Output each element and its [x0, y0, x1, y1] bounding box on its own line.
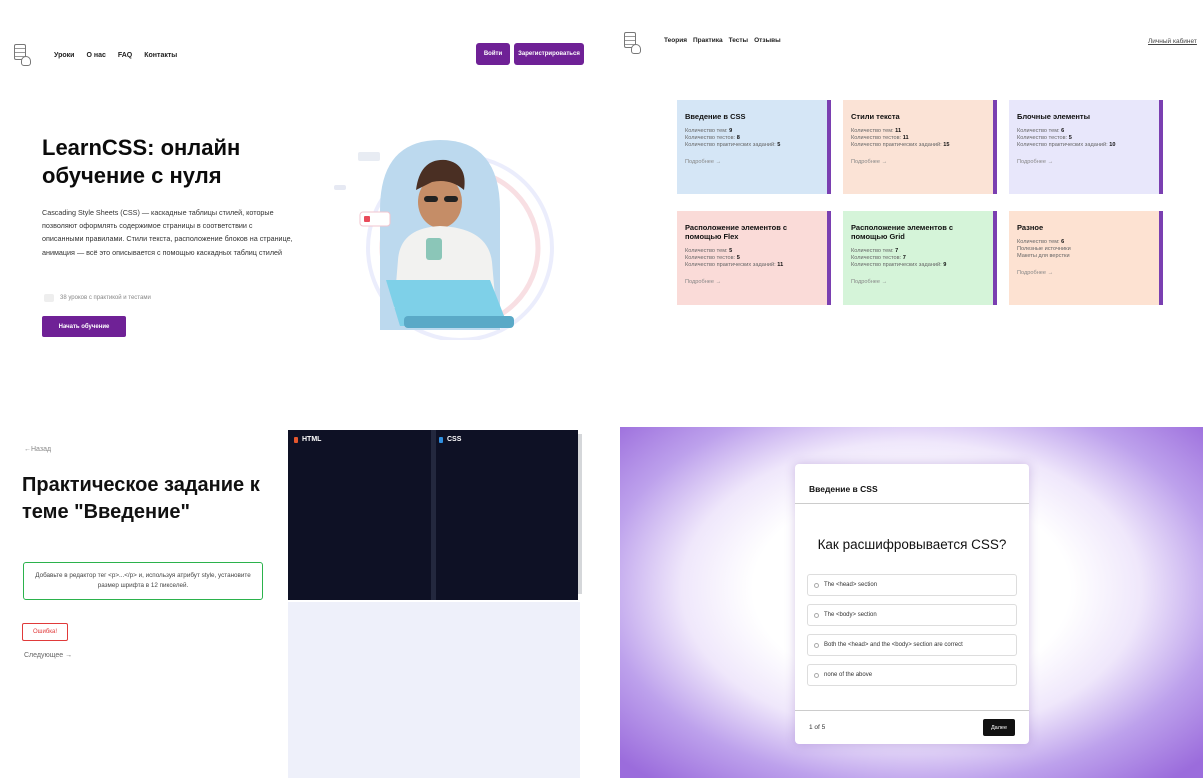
- radio-icon[interactable]: [814, 672, 819, 678]
- task-description: Добавьте в редактор тег <p>...</p> и, ис…: [23, 562, 263, 600]
- course-topics: Количество тем: 7: [851, 248, 899, 254]
- option-text: The <head> section: [824, 582, 878, 588]
- course-topics: Количество тем: 11: [851, 128, 902, 134]
- option-text: Both the <head> and the <body> section a…: [824, 642, 963, 648]
- radio-icon[interactable]: [814, 582, 819, 588]
- course-card[interactable]: Расположение элементов с помощью Flex Ко…: [677, 211, 831, 305]
- stat-text: 38 уроков с практикой и тестами: [60, 295, 151, 301]
- course-tasks: Количество практических заданий: 5: [685, 142, 781, 148]
- course-tasks: Количество практических заданий: 10: [1017, 142, 1116, 148]
- course-tasks: Количество практических заданий: 9: [851, 262, 947, 268]
- radio-icon[interactable]: [814, 642, 819, 648]
- course-card[interactable]: Стили текста Количество тем: 11 Количест…: [843, 100, 997, 194]
- task-title: Практическое задание к теме "Введение": [22, 474, 260, 523]
- course-tests: Количество тестов: 5: [1017, 135, 1072, 141]
- next-task-link[interactable]: Следующее →: [24, 652, 72, 659]
- quiz-header: Введение в CSS: [795, 464, 1029, 504]
- nav-theory[interactable]: Теория: [664, 37, 687, 44]
- css-tab-label: CSS: [447, 436, 462, 443]
- nav-lessons[interactable]: Уроки: [54, 52, 74, 59]
- course-card[interactable]: Разное Количество тем: 6 Полезные источн…: [1009, 211, 1163, 305]
- editor-divider[interactable]: [431, 430, 436, 600]
- course-title: Расположение элементов с помощью Grid: [851, 223, 954, 241]
- book-logo-icon[interactable]: [12, 42, 34, 68]
- layout-mockups: Макеты для верстки: [1017, 253, 1070, 259]
- course-topics: Количество тем: 6: [1017, 239, 1065, 245]
- course-tests: Количество тестов: 8: [685, 135, 740, 141]
- option-text: The <body> section: [824, 612, 877, 618]
- hero-illustration: [334, 140, 554, 340]
- quiz-option[interactable]: none of the above: [807, 664, 1017, 686]
- course-tasks: Количество практических заданий: 15: [851, 142, 950, 148]
- login-button[interactable]: Войти: [476, 43, 510, 65]
- html-tab-label: HTML: [302, 436, 322, 443]
- more-link[interactable]: Подробнее →: [851, 159, 985, 165]
- css3-icon: [439, 436, 443, 443]
- course-tests: Количество тестов: 11: [851, 135, 909, 141]
- hero-title: LearnCSS: онлайн обучение с нуля: [42, 135, 241, 188]
- hero-description: Cascading Style Sheets (CSS) — каскадные…: [42, 208, 293, 257]
- course-topics: Количество тем: 5: [685, 248, 733, 254]
- more-link[interactable]: Подробнее →: [685, 159, 819, 165]
- html5-icon: [294, 436, 298, 443]
- quiz-screen: Введение в CSS Как расшифровывается CSS?…: [620, 427, 1203, 778]
- landing-screen: Уроки О нас FAQ Контакты Войти Зарегистр…: [0, 0, 598, 389]
- course-tests: Количество тестов: 7: [851, 255, 906, 261]
- more-link[interactable]: Подробнее →: [685, 279, 819, 285]
- radio-icon[interactable]: [814, 612, 819, 618]
- nav-contacts[interactable]: Контакты: [144, 52, 177, 59]
- quiz-option[interactable]: The <body> section: [807, 604, 1017, 626]
- nav-tests[interactable]: Тесты: [729, 37, 749, 44]
- stat-icon: [44, 294, 54, 302]
- lessons-stat: 38 уроков с практикой и тестами: [44, 294, 151, 302]
- nav-faq[interactable]: FAQ: [118, 52, 132, 59]
- error-button[interactable]: Ошибка!: [22, 623, 68, 641]
- useful-sources: Полезные источники: [1017, 246, 1071, 252]
- course-tests: Количество тестов: 5: [685, 255, 740, 261]
- nav-practice[interactable]: Практика: [693, 37, 723, 44]
- question-counter: 1 of 5: [809, 724, 826, 731]
- cabinet-link[interactable]: Личный кабинет: [1148, 38, 1197, 45]
- practice-screen: ←Назад Практическое задание к теме "Введ…: [0, 392, 598, 778]
- course-title: Разное: [1017, 223, 1044, 232]
- quiz-footer: 1 of 5 Далее: [795, 710, 1029, 744]
- option-text: none of the above: [824, 672, 873, 678]
- html-tab[interactable]: HTML: [294, 436, 321, 443]
- course-topics: Количество тем: 6: [1017, 128, 1065, 134]
- landing-nav: Уроки О нас FAQ Контакты: [54, 52, 177, 59]
- course-topics: Количество тем: 9: [685, 128, 733, 134]
- course-title: Расположение элементов с помощью Flex: [685, 223, 788, 241]
- more-link[interactable]: Подробнее →: [1017, 270, 1151, 276]
- quiz-option[interactable]: The <head> section: [807, 574, 1017, 596]
- book-logo-icon[interactable]: [622, 30, 644, 56]
- courses-screen: Теория Практика Тесты Отзывы Личный каби…: [600, 0, 1203, 389]
- courses-nav: Теория Практика Тесты Отзывы: [664, 37, 781, 44]
- course-title: Введение в CSS: [685, 112, 746, 121]
- code-editor: HTML CSS: [288, 430, 582, 600]
- next-button[interactable]: Далее: [983, 719, 1015, 736]
- nav-about[interactable]: О нас: [86, 52, 105, 59]
- course-card[interactable]: Блочные элементы Количество тем: 6 Колич…: [1009, 100, 1163, 194]
- course-card[interactable]: Введение в CSS Количество тем: 9 Количес…: [677, 100, 831, 194]
- css-tab[interactable]: CSS: [439, 436, 461, 443]
- start-learning-button[interactable]: Начать обучение: [42, 316, 126, 337]
- editor-scrollbar[interactable]: [578, 434, 582, 594]
- back-link[interactable]: ←Назад: [24, 446, 51, 453]
- course-tasks: Количество практических заданий: 11: [685, 262, 784, 268]
- result-preview: [288, 602, 580, 778]
- course-title: Блочные элементы: [1017, 112, 1091, 121]
- course-card[interactable]: Расположение элементов с помощью Grid Ко…: [843, 211, 997, 305]
- nav-reviews[interactable]: Отзывы: [754, 37, 781, 44]
- more-link[interactable]: Подробнее →: [1017, 159, 1151, 165]
- quiz-option[interactable]: Both the <head> and the <body> section a…: [807, 634, 1017, 656]
- quiz-question: Как расшифровывается CSS?: [817, 537, 1007, 552]
- quiz-card: Введение в CSS Как расшифровывается CSS?…: [795, 464, 1029, 744]
- register-button[interactable]: Зарегистрироваться: [514, 43, 584, 65]
- more-link[interactable]: Подробнее →: [851, 279, 985, 285]
- course-title: Стили текста: [851, 112, 900, 121]
